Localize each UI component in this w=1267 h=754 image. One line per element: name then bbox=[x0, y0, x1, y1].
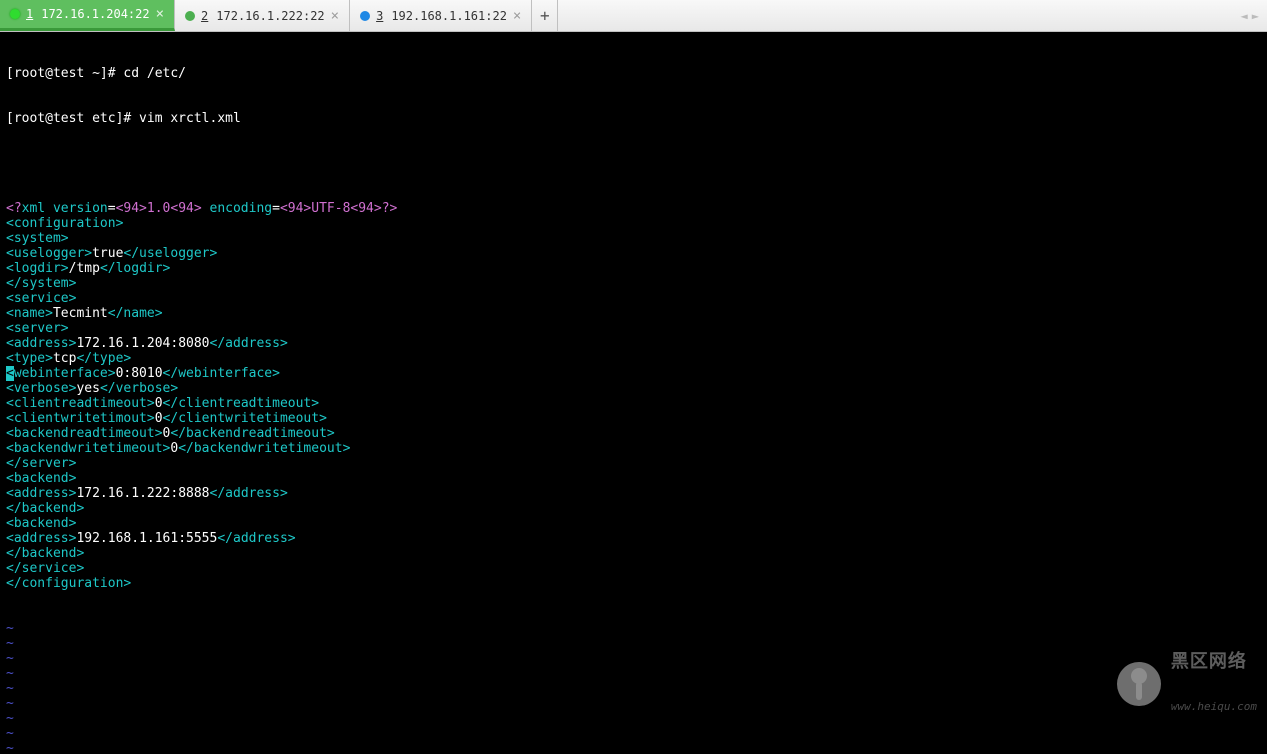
blank-line bbox=[6, 156, 1261, 171]
vim-tilde-line: ~ bbox=[6, 666, 1261, 681]
tab-nav-arrows: ◄ ► bbox=[1233, 0, 1267, 31]
tab-172-16-1-222-22[interactable]: 2 172.16.1.222:22 × bbox=[175, 0, 350, 31]
tabs-container: 1 172.16.1.204:22 × 2 172.16.1.222:22 × 3 192.1… bbox=[0, 0, 532, 31]
code-line: <clientreadtimeout>0</clientreadtimeout> bbox=[6, 396, 1261, 411]
code-line: <clientwritetimout>0</clientwritetimeout… bbox=[6, 411, 1261, 426]
code-line: <server> bbox=[6, 321, 1261, 336]
vim-tilde-line: ~ bbox=[6, 711, 1261, 726]
tab-bar: 1 172.16.1.204:22 × 2 172.16.1.222:22 × 3 192.1… bbox=[0, 0, 1267, 32]
code-line: <address>172.16.1.222:8888</address> bbox=[6, 486, 1261, 501]
code-line: <type>tcp</type> bbox=[6, 351, 1261, 366]
watermark-url: www.heiqu.com bbox=[1171, 699, 1257, 714]
vim-tilde-line: ~ bbox=[6, 741, 1261, 754]
code-line: <logdir>/tmp</logdir> bbox=[6, 261, 1261, 276]
code-line: <backend> bbox=[6, 516, 1261, 531]
vim-tilde-line: ~ bbox=[6, 636, 1261, 651]
watermark-title: 黑区网络 bbox=[1171, 654, 1257, 669]
prompt-line-2: [root@test etc]# vim xrctl.xml bbox=[6, 111, 1261, 126]
nav-right-icon[interactable]: ► bbox=[1252, 9, 1259, 23]
vim-tilde-line: ~ bbox=[6, 621, 1261, 636]
code-line: <backend> bbox=[6, 471, 1261, 486]
tab-label: 172.16.1.204:22 bbox=[41, 7, 149, 21]
nav-left-icon[interactable]: ◄ bbox=[1241, 9, 1248, 23]
tab-label: 192.168.1.161:22 bbox=[391, 9, 507, 23]
code-line: <address>172.16.1.204:8080</address> bbox=[6, 336, 1261, 351]
code-line: <system> bbox=[6, 231, 1261, 246]
watermark: 黑区网络 www.heiqu.com bbox=[1117, 624, 1257, 744]
add-tab-button[interactable]: + bbox=[532, 0, 558, 31]
status-dot-icon bbox=[360, 11, 370, 21]
code-line: </backend> bbox=[6, 501, 1261, 516]
prompt-line-1: [root@test ~]# cd /etc/ bbox=[6, 66, 1261, 81]
code-line: </configuration> bbox=[6, 576, 1261, 591]
tab-label: 172.16.1.222:22 bbox=[216, 9, 324, 23]
close-icon[interactable]: × bbox=[156, 6, 164, 22]
terminal-area[interactable]: [root@test ~]# cd /etc/ [root@test etc]#… bbox=[0, 32, 1267, 754]
status-dot-icon bbox=[185, 11, 195, 21]
close-icon[interactable]: × bbox=[513, 8, 521, 24]
watermark-logo-icon bbox=[1117, 662, 1161, 706]
vim-empty-lines: ~~~~~~~~~~~~~~~~~ bbox=[6, 621, 1261, 754]
vim-content: <?xml version=<94>1.0<94> encoding=<94>U… bbox=[6, 201, 1261, 591]
tab-number: 3 bbox=[376, 9, 383, 23]
code-line: <configuration> bbox=[6, 216, 1261, 231]
code-line: <?xml version=<94>1.0<94> encoding=<94>U… bbox=[6, 201, 1261, 216]
code-line: <backendreadtimeout>0</backendreadtimeou… bbox=[6, 426, 1261, 441]
vim-tilde-line: ~ bbox=[6, 696, 1261, 711]
close-icon[interactable]: × bbox=[331, 8, 339, 24]
status-dot-icon bbox=[10, 9, 20, 19]
code-line: <verbose>yes</verbose> bbox=[6, 381, 1261, 396]
tab-number: 2 bbox=[201, 9, 208, 23]
code-line: </backend> bbox=[6, 546, 1261, 561]
code-line: <name>Tecmint</name> bbox=[6, 306, 1261, 321]
code-line: <webinterface>0:8010</webinterface> bbox=[6, 366, 1261, 381]
vim-tilde-line: ~ bbox=[6, 651, 1261, 666]
vim-tilde-line: ~ bbox=[6, 681, 1261, 696]
code-line: </service> bbox=[6, 561, 1261, 576]
code-line: </system> bbox=[6, 276, 1261, 291]
vim-tilde-line: ~ bbox=[6, 726, 1261, 741]
tab-192-168-1-161-22[interactable]: 3 192.168.1.161:22 × bbox=[350, 0, 532, 31]
code-line: <backendwritetimeout>0</backendwritetime… bbox=[6, 441, 1261, 456]
code-line: <uselogger>true</uselogger> bbox=[6, 246, 1261, 261]
code-line: </server> bbox=[6, 456, 1261, 471]
tab-number: 1 bbox=[26, 7, 33, 21]
code-line: <address>192.168.1.161:5555</address> bbox=[6, 531, 1261, 546]
code-line: <service> bbox=[6, 291, 1261, 306]
tab-172-16-1-204-22[interactable]: 1 172.16.1.204:22 × bbox=[0, 0, 175, 31]
